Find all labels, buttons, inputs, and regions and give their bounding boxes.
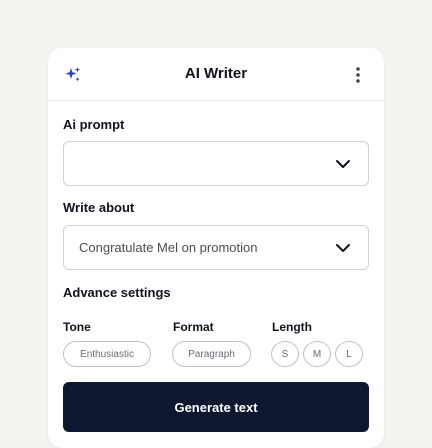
card-header: AI Writer [48, 48, 384, 101]
ai-prompt-label: Ai prompt [63, 117, 125, 132]
length-option-l[interactable]: L [335, 341, 363, 367]
write-about-label: Write about [63, 200, 135, 215]
chevron-down-icon [336, 160, 350, 168]
write-about-value: Congratulate Mel on promotion [79, 240, 258, 255]
page-title: AI Writer [184, 65, 248, 82]
tone-pill[interactable]: Enthusiastic [63, 341, 151, 367]
length-option-s[interactable]: S [271, 341, 299, 367]
length-label: Length [272, 320, 312, 334]
tone-label: Tone [63, 320, 91, 334]
generate-text-button[interactable]: Generate text [63, 382, 369, 432]
more-vertical-icon[interactable] [352, 64, 364, 86]
format-label: Format [173, 320, 214, 334]
format-pill[interactable]: Paragraph [172, 341, 251, 367]
advance-settings-label: Advance settings [63, 285, 171, 300]
length-option-m[interactable]: M [303, 341, 331, 367]
chevron-down-icon [336, 244, 350, 252]
ai-prompt-select[interactable] [63, 141, 369, 186]
ai-writer-card: AI Writer Ai prompt Write about Congratu… [48, 48, 384, 448]
write-about-select[interactable]: Congratulate Mel on promotion [63, 225, 369, 270]
